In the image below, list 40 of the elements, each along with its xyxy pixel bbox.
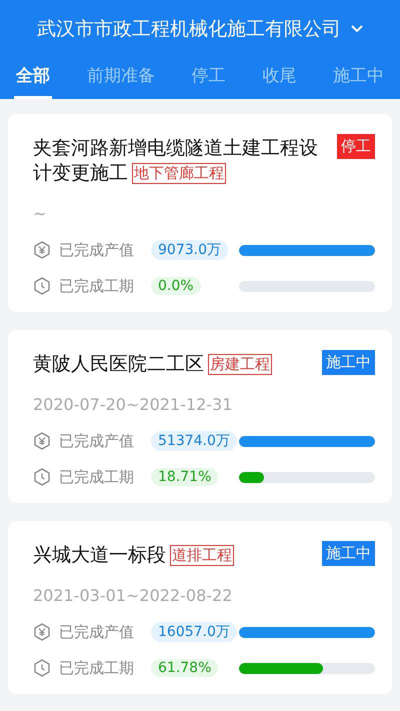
tab[interactable]: 停工 — [190, 58, 228, 99]
status-badge: 停工 — [337, 134, 375, 159]
category-tag: 房建工程 — [208, 354, 272, 375]
clock-icon — [33, 468, 51, 486]
metric-label: 已完成产值 — [59, 622, 135, 642]
metric-label: 已完成工期 — [59, 658, 135, 678]
yuan-icon — [33, 241, 51, 259]
metric-value: 51374.0万 — [151, 431, 237, 451]
project-card[interactable]: 兴城大道一标段 道排工程 施工中 2021-03-01~2022-08-22 已完成产值 16057.0万 已完成工期 61.78% — [8, 521, 392, 694]
metric-value: 9073.0万 — [151, 240, 228, 260]
project-card[interactable]: 黄陂人民医院二工区 房建工程 施工中 2020-07-20~2021-12-31 已完成产值 51374.0万 已完成工期 18.71% — [8, 330, 392, 503]
tab[interactable]: 施工中 — [331, 58, 386, 99]
project-title: 黄陂人民医院二工区 房建工程 — [33, 352, 272, 377]
metric-label: 已完成产值 — [59, 432, 135, 450]
status-badge: 施工中 — [322, 350, 375, 375]
project-title: 兴城大道一标段 道排工程 — [33, 543, 234, 568]
metric-value: 16057.0万 — [151, 622, 237, 642]
tab[interactable]: 全部 — [14, 58, 52, 99]
clock-icon — [33, 277, 51, 295]
tab[interactable]: 收尾 — [260, 58, 298, 99]
metric-value: 18.71% — [151, 468, 218, 486]
yuan-icon — [33, 623, 51, 641]
metric-label: 已完成工期 — [59, 468, 135, 486]
tab[interactable]: 前期准备 — [84, 58, 157, 99]
metric-label: 已完成工期 — [59, 276, 135, 296]
company-title: 武汉市市政工程机械化施工有限公司 — [37, 17, 341, 42]
project-period: ~ — [33, 204, 48, 225]
project-period: 2021-03-01~2022-08-22 — [33, 586, 234, 607]
metric-value: 0.0% — [151, 277, 201, 295]
project-title: 夹套河路新增电缆隧道土建工程设计变更施工 地下管廊工程 — [33, 136, 319, 186]
category-tag: 道排工程 — [170, 545, 234, 566]
project-card[interactable]: 夹套河路新增电缆隧道土建工程设计变更施工 地下管廊工程 停工 ~ 已完成产值 9073.0万 已完成工期 0.0% — [8, 114, 392, 312]
yuan-icon — [33, 432, 51, 450]
status-badge: 施工中 — [322, 541, 375, 566]
metric-value: 61.78% — [151, 659, 218, 677]
chevron-down-icon[interactable] — [351, 25, 363, 33]
category-tag: 地下管廊工程 — [132, 163, 226, 184]
metric-label: 已完成产值 — [59, 240, 135, 260]
project-period: 2020-07-20~2021-12-31 — [33, 395, 234, 416]
clock-icon — [33, 659, 51, 677]
